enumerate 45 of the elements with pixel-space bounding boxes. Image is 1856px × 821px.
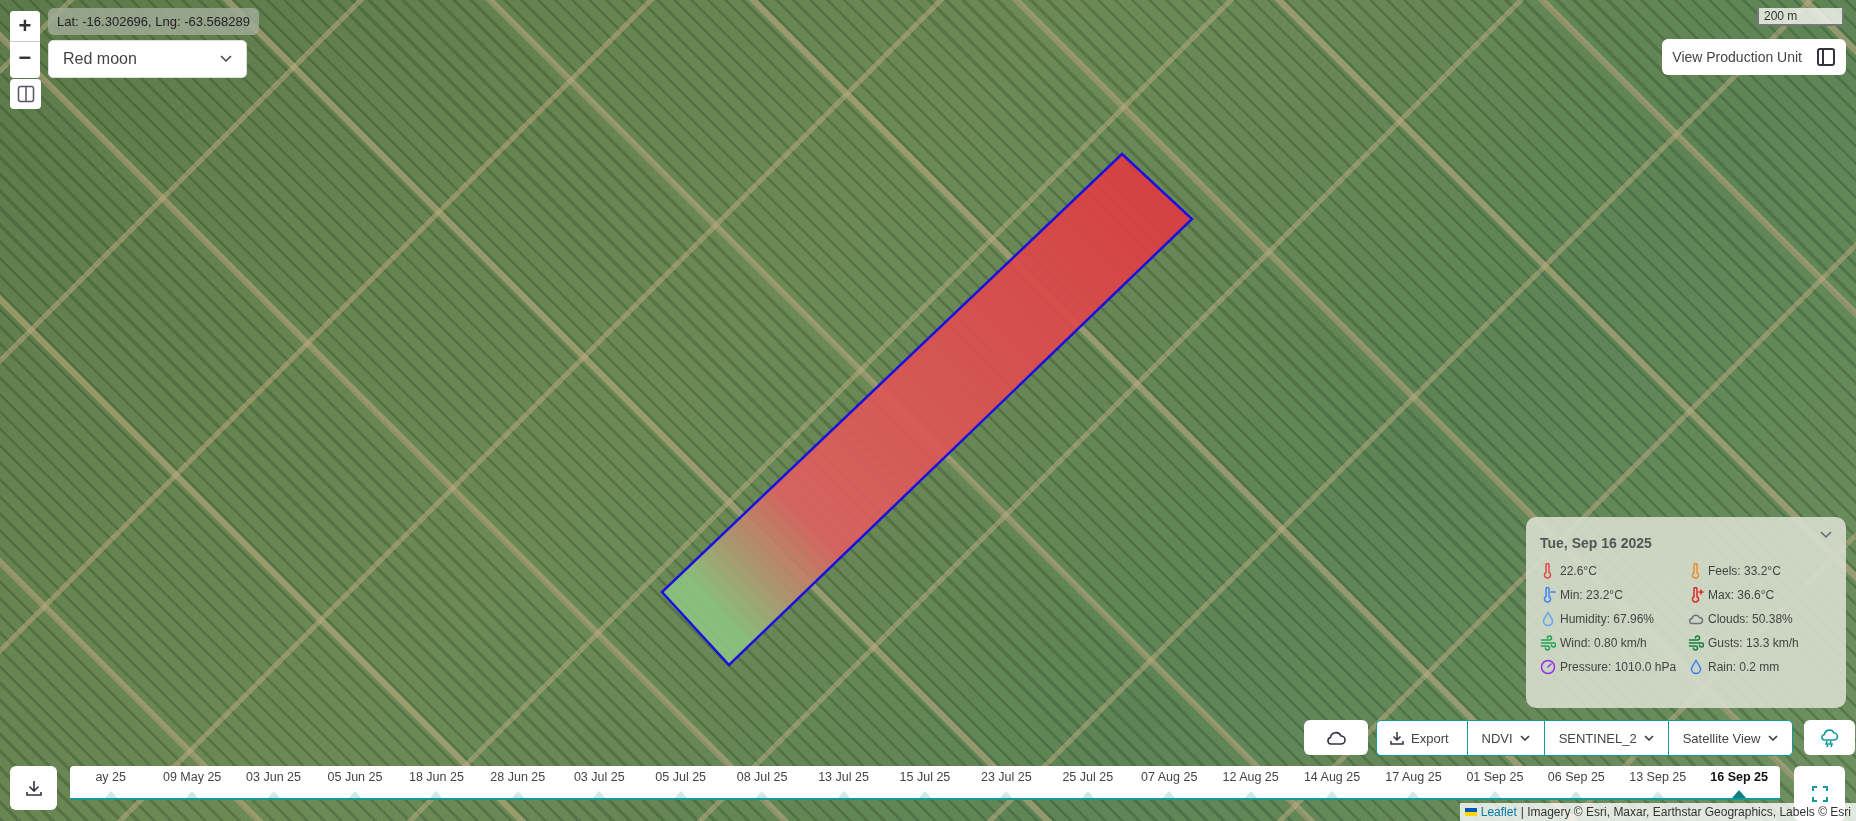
weather-reading: Feels: 33.2°C [1708,564,1781,578]
download-icon [1390,731,1404,745]
scale-bar: 200 m [1757,8,1844,26]
weather-reading: Max: 36.6°C [1708,588,1775,602]
chevron-down-icon [1767,735,1778,741]
chevron-down-icon [1643,735,1654,741]
weather-reading: Humidity: 67.96% [1560,612,1655,626]
weather-reading: Rain: 0.2 mm [1708,660,1780,674]
chevron-icon[interactable] [1820,531,1832,539]
sidebar-icon [1816,47,1836,67]
droplet-icon [1540,611,1556,627]
droplet-icon [1688,659,1704,675]
weather-button[interactable] [1803,720,1855,755]
attribution-text: | Imagery © Esri, Maxar, Earthstar Geographics, Labels © Esri [1520,805,1851,819]
weather-date: Tue, Sep 16 2025 [1540,535,1652,551]
chevron-down-icon [1519,735,1530,741]
satellite-dropdown[interactable]: SENTINEL_2 [1543,721,1668,755]
view-dropdown[interactable]: Satellite View [1667,721,1792,755]
flag-icon [1464,808,1477,816]
weather-reading: Clouds: 50.38% [1708,612,1793,626]
wind-icon [1688,635,1704,651]
index-dropdown[interactable]: NDVI [1466,721,1544,755]
columns-icon [16,85,35,103]
zoom-in-button[interactable]: + [10,11,40,42]
download-button[interactable] [10,766,57,810]
farm-select[interactable]: Red moon [48,40,247,78]
weather-reading: Wind: 0.80 km/h [1560,636,1647,650]
storm-cloud-icon [1819,727,1839,748]
cloud-filter-button[interactable] [1304,720,1368,755]
weather-reading: Gusts: 13.3 km/h [1708,636,1799,650]
export-button[interactable]: Export [1377,721,1467,755]
leaflet-link[interactable]: Leaflet [1480,805,1517,819]
fullscreen-icon [1811,785,1828,802]
view-production-unit-button[interactable]: View Production Unit [1662,39,1846,75]
coordinates-label: Lat: -16.302696, Lng: -63.568289 [48,8,259,35]
cloud-icon [1326,729,1346,746]
gauge-icon [1540,659,1556,675]
field-polygon[interactable] [660,152,1194,667]
weather-reading: Min: 23.2°C [1560,588,1623,602]
chevron-down-icon [220,55,232,63]
wind-icon [1540,635,1556,651]
download-icon [24,779,43,797]
weather-reading: 22.6°C [1560,564,1597,578]
split-view-button[interactable] [10,79,41,109]
weather-reading: Pressure: 1010.0 hPa [1560,660,1677,674]
